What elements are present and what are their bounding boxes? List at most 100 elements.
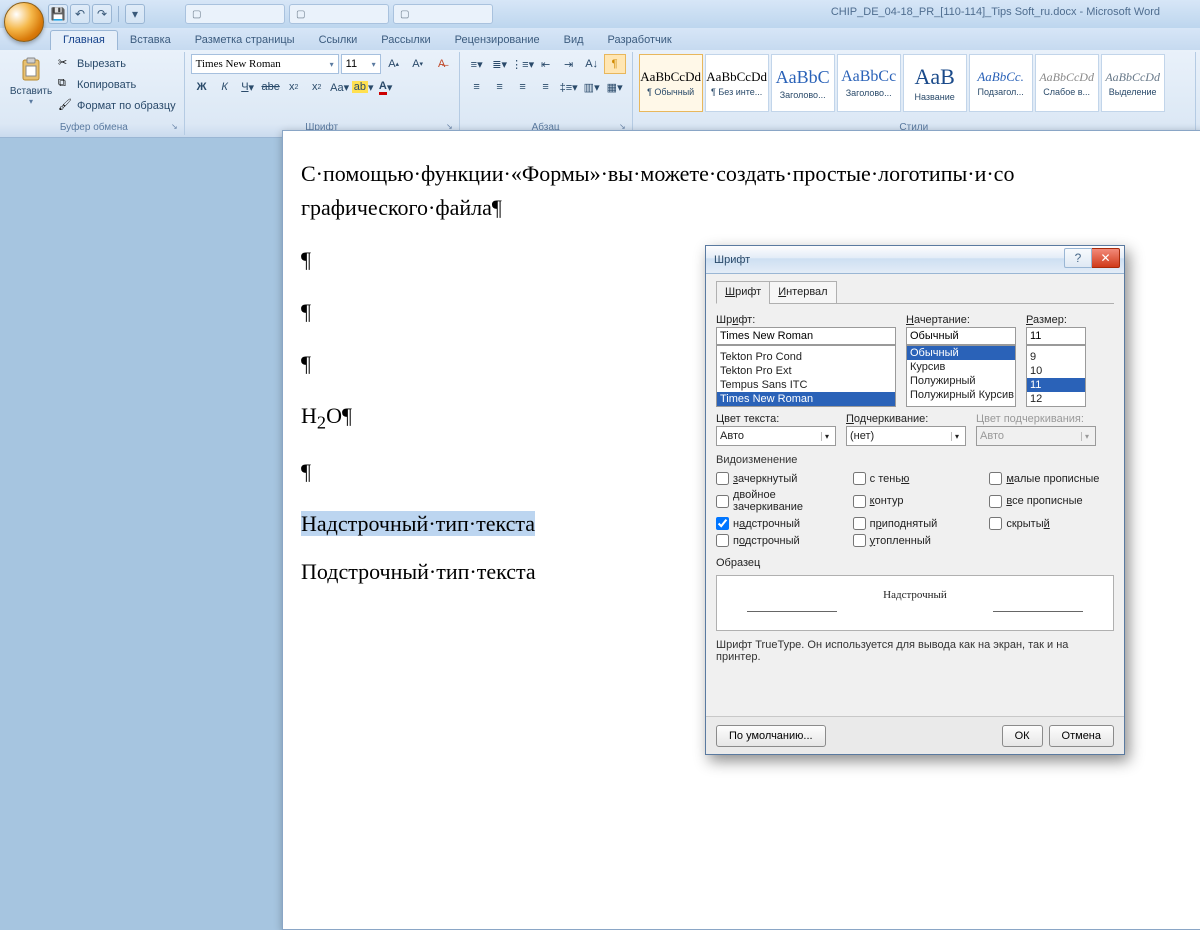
list-item[interactable]: Tekton Pro Ext [717, 364, 895, 378]
multilevel-button[interactable]: ⋮≡▾ [512, 54, 534, 74]
doc-tab[interactable]: ▢ [393, 4, 493, 24]
cb-sub[interactable]: подстрочный [716, 534, 841, 547]
increase-indent-button[interactable]: ⇥ [558, 54, 580, 74]
decrease-indent-button[interactable]: ⇤ [535, 54, 557, 74]
style-item[interactable]: AaBbCcDd¶ Обычный [639, 54, 703, 112]
copy-button[interactable]: ⧉ Копировать [56, 75, 178, 95]
justify-button[interactable]: ≡ [535, 77, 557, 97]
sort-button[interactable]: A↓ [581, 54, 603, 74]
cb-engrave[interactable]: утопленный [853, 534, 978, 547]
label-underline: Подчеркивание: [846, 413, 966, 425]
grow-font-button[interactable]: A▴ [383, 54, 405, 74]
show-marks-button[interactable]: ¶ [604, 54, 626, 74]
cb-hidden[interactable]: скрытый [989, 517, 1114, 530]
bold-button[interactable]: Ж [191, 77, 213, 97]
align-left-button[interactable]: ≡ [466, 77, 488, 97]
subscript-button[interactable]: x2 [283, 77, 305, 97]
cb-dstrike[interactable]: двойное зачеркивание [716, 489, 841, 513]
shrink-font-button[interactable]: A▾ [407, 54, 429, 74]
style-gallery[interactable]: AaBbCcDd¶ ОбычныйAaBbCcDd¶ Без инте...Aa… [639, 54, 1167, 112]
doc-tab[interactable]: ▢ [185, 4, 285, 24]
default-button[interactable]: По умолчанию... [716, 725, 826, 747]
style-item[interactable]: AaBbCcDd¶ Без инте... [705, 54, 769, 112]
size-listbox[interactable]: 89101112 [1026, 345, 1086, 407]
format-painter-button[interactable]: 🖌 Формат по образцу [56, 96, 178, 116]
font-color-dropdown[interactable]: Авто▾ [716, 426, 836, 446]
borders-button[interactable]: ▦▾ [604, 77, 626, 97]
tab-view[interactable]: Вид [552, 31, 596, 50]
list-item[interactable]: 12 [1027, 392, 1085, 406]
style-item[interactable]: AaBbCcDdСлабое в... [1035, 54, 1099, 112]
help-icon[interactable]: ? [1064, 248, 1092, 268]
office-button[interactable] [4, 2, 44, 42]
tab-home[interactable]: Главная [50, 30, 118, 50]
list-item[interactable]: Times New Roman [717, 392, 895, 406]
dialog-tab-spacing[interactable]: Интервал [769, 281, 836, 304]
list-item[interactable]: Tekton Pro Cond [717, 350, 895, 364]
numbering-button[interactable]: ≣▾ [489, 54, 511, 74]
cb-super[interactable]: надстрочный [716, 517, 841, 530]
close-icon[interactable]: ✕ [1092, 248, 1120, 268]
list-item[interactable]: 10 [1027, 364, 1085, 378]
cb-outline[interactable]: контур [853, 489, 978, 513]
cb-allcaps[interactable]: все прописные [989, 489, 1114, 513]
line-spacing-button[interactable]: ‡≡▾ [558, 77, 580, 97]
cb-emboss[interactable]: приподнятый [853, 517, 978, 530]
bullets-button[interactable]: ≡▾ [466, 54, 488, 74]
tab-developer[interactable]: Разработчик [596, 31, 684, 50]
font-listbox[interactable]: Tekton ProTekton Pro CondTekton Pro ExtT… [716, 345, 896, 407]
clear-format-button[interactable]: A̶ [431, 54, 453, 74]
cb-smallcaps[interactable]: малые прописные [989, 472, 1114, 485]
font-color-button[interactable]: A▾ [375, 77, 397, 97]
list-item[interactable]: 9 [1027, 350, 1085, 364]
cancel-button[interactable]: Отмена [1049, 725, 1114, 747]
style-item[interactable]: AaBbCcЗаголово... [837, 54, 901, 112]
shading-button[interactable]: ▥▾ [581, 77, 603, 97]
list-item[interactable]: Обычный [907, 346, 1015, 360]
align-right-button[interactable]: ≡ [512, 77, 534, 97]
cb-strike[interactable]: зачеркнутый [716, 472, 841, 485]
size-input[interactable] [1026, 327, 1086, 345]
change-case-button[interactable]: Aa▾ [329, 77, 351, 97]
align-center-button[interactable]: ≡ [489, 77, 511, 97]
style-listbox[interactable]: ОбычныйКурсивПолужирныйПолужирный Курсив [906, 345, 1016, 407]
redo-icon[interactable]: ↷ [92, 4, 112, 24]
dialog-titlebar[interactable]: Шрифт ? ✕ [706, 246, 1124, 274]
brush-icon: 🖌 [58, 98, 74, 114]
font-size-combo[interactable]: 11▾ [341, 54, 381, 74]
list-item[interactable]: Tempus Sans ITC [717, 378, 895, 392]
list-item[interactable]: 11 [1027, 378, 1085, 392]
style-item[interactable]: AaBbCЗаголово... [771, 54, 835, 112]
highlight-button[interactable]: ab▾ [352, 77, 374, 97]
style-item[interactable]: AaBbCc.Подзагол... [969, 54, 1033, 112]
style-item[interactable]: AaBНазвание [903, 54, 967, 112]
tab-mailings[interactable]: Рассылки [369, 31, 442, 50]
list-item[interactable]: Курсив [907, 360, 1015, 374]
style-input[interactable] [906, 327, 1016, 345]
ok-button[interactable]: ОК [1002, 725, 1043, 747]
font-name-combo[interactable]: Times New Roman▾ [191, 54, 339, 74]
tab-layout[interactable]: Разметка страницы [183, 31, 307, 50]
italic-button[interactable]: К [214, 77, 236, 97]
undo-icon[interactable]: ↶ [70, 4, 90, 24]
tab-insert[interactable]: Вставка [118, 31, 183, 50]
paste-button[interactable]: Вставить ▾ [10, 54, 52, 108]
save-icon[interactable]: 💾 [48, 4, 68, 24]
cut-button[interactable]: ✂ Вырезать [56, 54, 178, 74]
style-item[interactable]: AaBbCcDdВыделение [1101, 54, 1165, 112]
ribbon-tabs: Главная Вставка Разметка страницы Ссылки… [0, 28, 1200, 50]
list-item[interactable]: Полужирный [907, 374, 1015, 388]
font-input[interactable] [716, 327, 896, 345]
tab-references[interactable]: Ссылки [307, 31, 370, 50]
qat-menu-icon[interactable]: ▾ [125, 4, 145, 24]
dialog-tab-font[interactable]: Шрифт [716, 281, 770, 304]
tab-review[interactable]: Рецензирование [443, 31, 552, 50]
underline-button[interactable]: Ч▾ [237, 77, 259, 97]
superscript-button[interactable]: x2 [306, 77, 328, 97]
strike-button[interactable]: abe [260, 77, 282, 97]
group-label-clipboard[interactable]: Буфер обмена [10, 121, 178, 133]
doc-tab[interactable]: ▢ [289, 4, 389, 24]
list-item[interactable]: Полужирный Курсив [907, 388, 1015, 402]
cb-shadow[interactable]: с тенью [853, 472, 978, 485]
underline-dropdown[interactable]: (нет)▾ [846, 426, 966, 446]
